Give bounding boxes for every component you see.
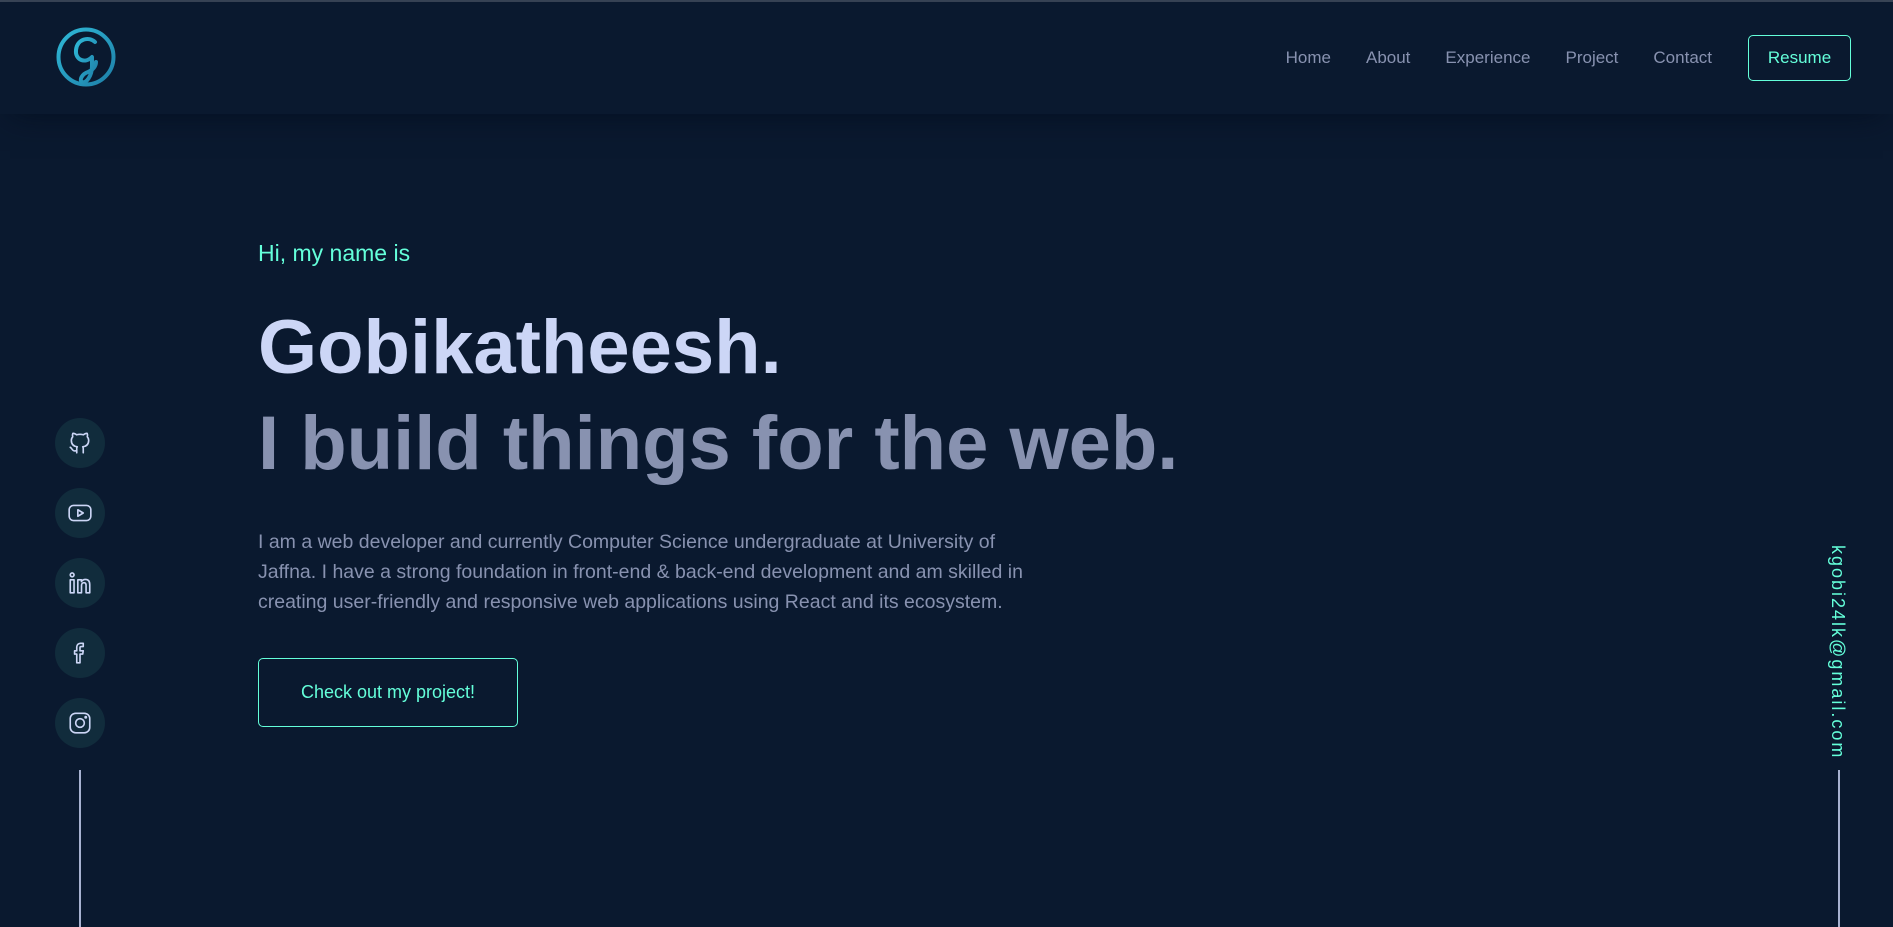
- youtube-icon: [68, 504, 92, 522]
- linkedin-link[interactable]: [55, 558, 105, 608]
- right-rail-line: [1838, 770, 1840, 927]
- g-monogram-logo-icon[interactable]: [55, 24, 117, 90]
- check-out-project-button[interactable]: Check out my project!: [258, 657, 518, 727]
- youtube-link[interactable]: [55, 488, 105, 538]
- resume-button[interactable]: Resume: [1748, 35, 1851, 81]
- nav-about[interactable]: About: [1366, 48, 1410, 68]
- hero-tagline: I build things for the web.: [258, 400, 1179, 486]
- email-link[interactable]: kgobi24lk@gmail.com: [1827, 545, 1848, 759]
- nav-experience[interactable]: Experience: [1445, 48, 1530, 68]
- facebook-link[interactable]: [55, 628, 105, 678]
- left-rail-line: [79, 770, 81, 927]
- hero-section: Hi, my name is Gobikatheesh. I build thi…: [258, 240, 1178, 727]
- linkedin-icon: [69, 572, 91, 594]
- social-links: [55, 418, 105, 748]
- hero-name: Gobikatheesh.: [258, 304, 782, 390]
- facebook-icon: [73, 642, 85, 664]
- hero-greeting: Hi, my name is: [258, 240, 411, 266]
- nav-home[interactable]: Home: [1286, 48, 1331, 68]
- nav-contact[interactable]: Contact: [1653, 48, 1712, 68]
- hero-bio: I am a web developer and currently Compu…: [258, 530, 1023, 613]
- site-header: Home About Experience Project Contact Re…: [0, 2, 1893, 114]
- instagram-link[interactable]: [55, 698, 105, 748]
- github-link[interactable]: [55, 418, 105, 468]
- nav-project[interactable]: Project: [1565, 48, 1618, 68]
- github-icon: [69, 432, 90, 454]
- instagram-icon: [69, 712, 91, 734]
- main-nav: Home About Experience Project Contact Re…: [1286, 2, 1893, 114]
